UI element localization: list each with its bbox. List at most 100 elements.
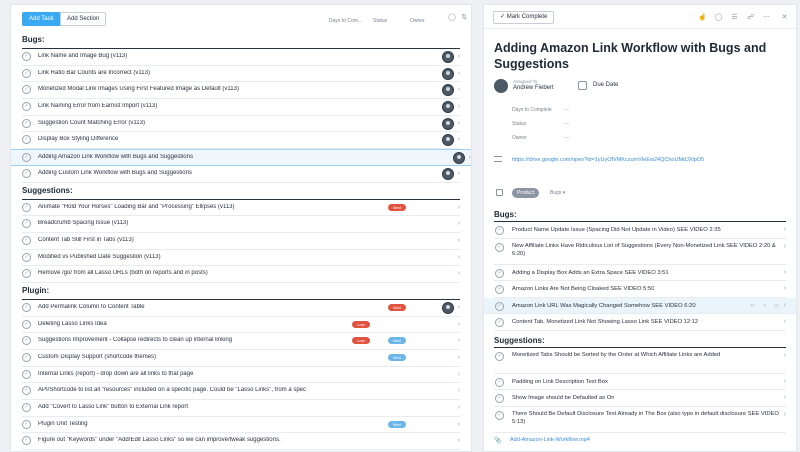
task-name[interactable]: Monetized Modal Link Images Using First … [38, 86, 239, 92]
chevron-right-icon[interactable]: › [784, 352, 786, 359]
calendar-icon[interactable]: □ [749, 303, 756, 310]
subtask-name[interactable]: New Affiliate Links Have Ridiculous List… [512, 242, 780, 258]
subtask-row[interactable]: ✓ Show Image should be Defaulted as On › [494, 390, 786, 407]
task-name[interactable]: Suggestion Count Matching Error (v113) [38, 120, 145, 126]
owner-avatar[interactable] [442, 84, 454, 97]
subtask-row[interactable]: ✓ Product Name Update Issue (Spacing Did … [494, 222, 786, 239]
chevron-right-icon[interactable]: › [458, 437, 460, 444]
add-task-button[interactable]: Add Task [22, 12, 61, 26]
subtask-row[interactable]: ✓ Content Tab, Monetized Link Not Showing… [494, 314, 786, 331]
complete-checkbox[interactable]: ✓ [22, 85, 31, 95]
subtask-row[interactable]: ✓ Monetized Tabs Should be Sorted by the … [494, 348, 786, 374]
task-row[interactable]: ✓ Adding Custom Link Workflow with Bugs a… [22, 166, 460, 183]
subtask-name[interactable]: Adding a Display Box Adds an Extra Space… [512, 270, 669, 276]
complete-checkbox[interactable]: ✓ [495, 377, 504, 387]
task-name[interactable]: Animate "Hold Your Horses" Loading Bar a… [38, 204, 235, 210]
column-header-days[interactable]: Days to Com... [329, 18, 362, 24]
task-row[interactable]: ✓ Add "Covert to Lasso Link" button to Ex… [22, 400, 460, 417]
owner-avatar[interactable] [442, 101, 454, 114]
task-row[interactable]: ✓ Content Tab Still First in Tabs (v113) › [22, 233, 460, 250]
complete-checkbox[interactable]: ✓ [22, 403, 31, 413]
complete-checkbox[interactable]: ✓ [22, 235, 31, 245]
task-row[interactable]: ✓ Suggestions Improvement - Collapse redi… [22, 333, 460, 350]
task-name[interactable]: Internal Links (report) - drop down are … [38, 371, 193, 377]
chevron-right-icon[interactable]: › [458, 237, 460, 244]
chevron-right-icon[interactable]: › [458, 304, 460, 311]
complete-checkbox[interactable]: ✓ [22, 68, 31, 78]
close-icon[interactable]: ✕ [780, 13, 789, 22]
complete-checkbox[interactable]: ✓ [22, 269, 31, 279]
task-row[interactable]: ✓ Monetized Modal Link Images Using First… [22, 82, 460, 100]
owner-avatar[interactable] [442, 51, 454, 63]
chevron-right-icon[interactable]: › [458, 387, 460, 394]
owner-avatar[interactable] [442, 67, 454, 80]
subtask-name[interactable]: There Should Be Default Disclosure Text … [512, 410, 780, 426]
mark-complete-button[interactable]: ✓ Mark Complete [493, 11, 555, 24]
task-name[interactable]: Link Naming Error from Earnist Import (v… [38, 103, 157, 109]
section-header[interactable]: Suggestions: [22, 183, 460, 200]
task-row[interactable]: ✓ Link Name and Image Bug (v113) › [22, 49, 460, 66]
chevron-right-icon[interactable]: › [458, 254, 460, 261]
field-value-days[interactable]: — [564, 107, 569, 113]
task-row[interactable]: ✓ Remove /go/ from all Lasso URLs (both o… [22, 266, 460, 283]
task-row[interactable]: ✓ Custom Display Support (shortcode theme… [22, 350, 460, 367]
section-header[interactable]: Bugs: [22, 32, 460, 49]
complete-checkbox[interactable]: ✓ [22, 219, 31, 229]
subtask-name[interactable]: Show Image should be Defaulted as On [512, 395, 614, 401]
subtask-name[interactable]: Amazon Link URL Was Magically Changed So… [512, 303, 696, 309]
status-tag[interactable]: Med [388, 303, 406, 311]
task-row[interactable]: ✓ Link Naming Error from Earnist Import (… [22, 99, 460, 116]
status-tag[interactable]: Med [388, 337, 406, 345]
more-icon[interactable]: ⋯ [762, 13, 771, 22]
subtask-name[interactable]: Monetized Tabs Should be Sorted by the O… [512, 351, 720, 359]
complete-checkbox[interactable]: ✓ [495, 285, 504, 294]
task-title[interactable]: Adding Amazon Link Workflow with Bugs an… [494, 40, 784, 72]
status-tag[interactable]: Med [388, 420, 406, 428]
subtask-row[interactable]: ✓ Amazon Links Are Not Being Cloaked SEE … [494, 281, 786, 298]
chevron-right-icon[interactable]: › [458, 270, 460, 277]
subtask-name[interactable]: Amazon Links Are Not Being Cloaked SEE V… [512, 286, 654, 292]
add-section-button[interactable]: Add Section [60, 12, 107, 26]
complete-checkbox[interactable]: ✓ [495, 226, 504, 235]
subtask-name[interactable]: Content Tab, Monetized Link Not Showing … [512, 319, 698, 325]
task-row[interactable]: ✓ Display Box Styling Difference › [22, 132, 460, 150]
complete-checkbox[interactable]: ✓ [22, 135, 31, 145]
status-tag[interactable]: Low [352, 320, 370, 328]
task-row[interactable]: ✓ Link Ratio Bar Counts are Incorrect (v1… [22, 66, 460, 83]
status-tag[interactable]: Low [352, 337, 370, 345]
task-name[interactable]: Breadcrumb Spacing Issue (v113) [38, 220, 128, 226]
chevron-right-icon[interactable]: › [458, 404, 460, 411]
column-header-status[interactable]: Status [373, 18, 387, 24]
complete-checkbox[interactable]: ✓ [495, 410, 504, 420]
task-name[interactable]: Custom Display Support (shortcode themes… [38, 354, 156, 360]
complete-checkbox[interactable]: ✓ [22, 319, 31, 329]
chevron-right-icon[interactable]: › [458, 337, 460, 344]
assignee-icon[interactable]: ○ [761, 303, 768, 310]
field-value-owner[interactable]: — [564, 135, 569, 141]
task-name[interactable]: Display Box Styling Difference [38, 136, 118, 142]
task-name[interactable]: Suggestions Improvement - Collapse redir… [38, 337, 232, 343]
complete-checkbox[interactable]: ✓ [22, 168, 31, 178]
chevron-right-icon[interactable]: › [458, 136, 460, 143]
complete-checkbox[interactable]: ✓ [495, 268, 504, 278]
complete-checkbox[interactable]: ✓ [495, 351, 504, 361]
chevron-right-icon[interactable]: › [784, 269, 786, 276]
task-row[interactable]: ✓ Animate "Hold Your Horses" Loading Bar … [22, 200, 460, 217]
complete-checkbox[interactable]: ✓ [22, 102, 31, 112]
owner-avatar[interactable] [442, 134, 454, 147]
subtask-row[interactable]: ✓ Adding a Display Box Adds an Extra Spac… [494, 265, 786, 281]
project-tag[interactable]: Product [512, 188, 540, 198]
chevron-right-icon[interactable]: › [458, 371, 460, 378]
chevron-right-icon[interactable]: › [784, 318, 786, 325]
subtask-row[interactable]: ✓ Padding on Link Description Text Box › [494, 374, 786, 390]
chevron-right-icon[interactable]: › [458, 70, 460, 77]
chevron-right-icon[interactable]: › [458, 220, 460, 227]
task-row[interactable]: ✓ Figure out "Keywords" under "Add/Edit L… [22, 433, 460, 451]
complete-checkbox[interactable]: ✓ [22, 52, 31, 61]
task-row[interactable]: ✓ Modified vs Published Date Suggestion (… [22, 250, 460, 267]
subtask-row[interactable]: ✓ There Should Be Default Disclosure Text… [494, 407, 786, 433]
status-tag[interactable]: Med [388, 203, 406, 211]
chevron-right-icon[interactable]: › [784, 378, 786, 385]
task-name[interactable]: Link Name and Image Bug (v113) [38, 53, 127, 59]
complete-checkbox[interactable]: ✓ [22, 302, 31, 312]
